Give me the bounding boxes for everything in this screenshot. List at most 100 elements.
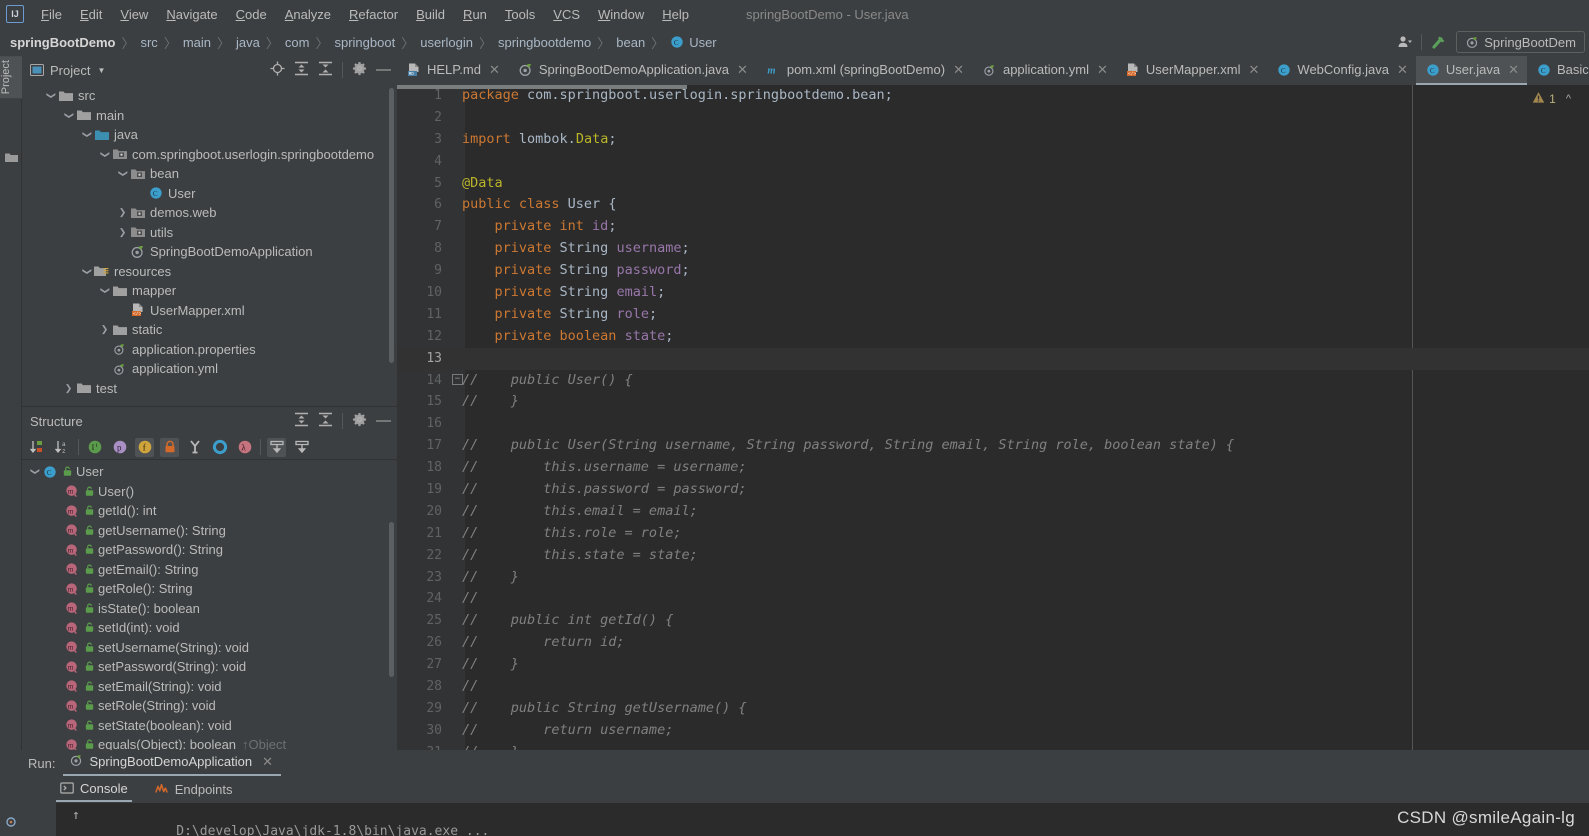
show-non-public-icon[interactable]	[160, 437, 179, 457]
structure-tree-item[interactable]: ❯ C User	[22, 462, 397, 482]
code-line[interactable]: 3 import lombok.Data;	[397, 129, 1589, 151]
build-hammer-icon[interactable]	[1430, 33, 1448, 51]
gear-icon[interactable]	[352, 412, 367, 430]
hide-panel-icon[interactable]: —	[376, 62, 391, 77]
project-tree-scrollbar[interactable]	[389, 88, 394, 363]
structure-tree-item[interactable]: m setRole(String): void	[22, 696, 397, 716]
code-line[interactable]: 14 // public User() {−	[397, 370, 1589, 392]
close-icon[interactable]: ✕	[1249, 62, 1260, 78]
structure-tree-item[interactable]: m getRole(): String	[22, 579, 397, 599]
code-line[interactable]: 18 // this.username = username;	[397, 457, 1589, 479]
expand-all-icon[interactable]	[294, 412, 309, 430]
structure-tree-item[interactable]: m setPassword(String): void	[22, 657, 397, 677]
structure-tree-scrollbar[interactable]	[389, 522, 394, 677]
editor-tab-user-java[interactable]: C User.java ✕	[1415, 56, 1527, 85]
code-line[interactable]: 8 private String username;	[397, 238, 1589, 260]
editor-warning-badge[interactable]: 1 ^	[1532, 91, 1571, 107]
code-line[interactable]: 2	[397, 107, 1589, 129]
editor-tab-springbootdemoapplication-java[interactable]: SpringBootDemoApplication.java ✕	[508, 56, 756, 85]
editor-tab-webconfig-java[interactable]: C WebConfig.java ✕	[1267, 56, 1415, 85]
project-tree-item[interactable]: ❯ static	[22, 320, 397, 340]
structure-tree[interactable]: ❯ C User m User() m getId(): int m getUsername()…	[22, 460, 397, 750]
structure-tree-item[interactable]: m isState(): boolean	[22, 599, 397, 619]
chevron-down-icon[interactable]: ❯	[116, 168, 129, 179]
project-tree[interactable]: ❯ src ❯ main ❯ java ❯ com.springboot.userlogin.…	[22, 84, 397, 404]
structure-tree-item[interactable]: m getId(): int	[22, 501, 397, 521]
code-line[interactable]: 24 //	[397, 588, 1589, 610]
project-tree-item[interactable]: ❯ demos.web	[22, 203, 397, 223]
sort-alphabetically-icon[interactable]: az	[53, 438, 72, 457]
breadcrumb-item-userlogin[interactable]: userlogin	[420, 35, 473, 50]
project-tree-item[interactable]: ❯ java	[22, 125, 397, 145]
project-tree-item[interactable]: application.yml	[22, 359, 397, 379]
show-fields-icon[interactable]: f	[135, 437, 154, 457]
project-tree-item[interactable]: C User	[22, 184, 397, 204]
code-line[interactable]: 19 // this.password = password;	[397, 479, 1589, 501]
chevron-right-icon[interactable]: ❯	[116, 227, 129, 238]
structure-tree-item[interactable]: m equals(Object): boolean ↑Object	[22, 735, 397, 750]
close-icon[interactable]: ✕	[1508, 62, 1519, 78]
structure-tree-item[interactable]: m setUsername(String): void	[22, 638, 397, 658]
chevron-down-icon[interactable]: ❯	[80, 266, 93, 277]
breadcrumb-item-springbootdemo[interactable]: springBootDemo	[10, 35, 115, 50]
code-line[interactable]: 7 private int id;	[397, 216, 1589, 238]
show-lambdas-icon[interactable]: λ	[235, 438, 254, 457]
close-icon[interactable]: ✕	[1397, 62, 1408, 78]
close-icon[interactable]: ✕	[1097, 62, 1108, 78]
show-inherited-icon[interactable]: It	[85, 438, 104, 457]
editor-tab-bar[interactable]: MD HELP.md ✕ SpringBootDemoApplication.java…	[397, 56, 1589, 85]
code-line[interactable]: 28 //	[397, 676, 1589, 698]
git-branch-icon[interactable]	[4, 815, 18, 832]
menu-item-vcs[interactable]: VCS	[544, 3, 589, 26]
structure-tree-item[interactable]: m getUsername(): String	[22, 521, 397, 541]
chevron-down-icon[interactable]: ❯	[98, 149, 111, 160]
chevron-down-icon[interactable]: ❯	[62, 110, 75, 121]
project-tree-item[interactable]: ❯ mapper	[22, 281, 397, 301]
expand-all-icon[interactable]	[294, 61, 309, 79]
arrow-up-icon[interactable]: ↑	[72, 808, 80, 823]
editor-tab-application-yml[interactable]: application.yml ✕	[972, 56, 1116, 85]
code-line[interactable]: 15 // }	[397, 391, 1589, 413]
code-line[interactable]: 5 @Data	[397, 173, 1589, 195]
menu-item-navigate[interactable]: Navigate	[157, 3, 226, 26]
run-subtab-console[interactable]: Console	[56, 778, 132, 802]
code-line[interactable]: 31 // }	[397, 742, 1589, 750]
chevron-down-icon[interactable]: ▼	[97, 66, 105, 75]
locate-target-icon[interactable]	[270, 61, 285, 79]
editor-horizontal-scrollbar[interactable]	[397, 85, 687, 89]
menu-item-build[interactable]: Build	[407, 3, 454, 26]
chevron-down-icon[interactable]: ❯	[44, 90, 57, 101]
chevron-down-icon[interactable]: ❯	[98, 285, 111, 296]
close-icon[interactable]: ✕	[262, 754, 273, 770]
sort-by-visibility-icon[interactable]	[28, 438, 47, 457]
structure-tree-item[interactable]: m getPassword(): String	[22, 540, 397, 560]
menu-item-edit[interactable]: Edit	[71, 3, 111, 26]
editor-tab-usermapper-xml[interactable]: </> UserMapper.xml ✕	[1116, 56, 1268, 85]
chevron-right-icon[interactable]: ❯	[98, 324, 111, 335]
close-icon[interactable]: ✕	[737, 62, 748, 78]
project-tree-item[interactable]: ❯ test	[22, 379, 397, 399]
menu-item-run[interactable]: Run	[454, 3, 496, 26]
menu-item-tools[interactable]: Tools	[496, 3, 544, 26]
code-line[interactable]: 21 // this.role = role;	[397, 523, 1589, 545]
hide-panel-icon[interactable]: —	[376, 413, 391, 428]
project-tree-item[interactable]: SpringBootDemoApplication	[22, 242, 397, 262]
code-line[interactable]: 17 // public User(String username, String…	[397, 435, 1589, 457]
code-line[interactable]: 20 // this.email = email;	[397, 501, 1589, 523]
console-output[interactable]: ↑ D:\develop\Java\jdk-1.8\bin\java.exe ..…	[56, 803, 1589, 836]
menu-item-analyze[interactable]: Analyze	[276, 3, 340, 26]
collapse-all-icon[interactable]	[318, 61, 333, 79]
breadcrumb-item-springbootdemo[interactable]: springbootdemo	[498, 35, 591, 50]
chevron-up-icon[interactable]: ^	[1566, 93, 1571, 105]
editor-tab-pom-xml-springbootdemo[interactable]: m pom.xml (springBootDemo) ✕	[756, 56, 972, 85]
code-line[interactable]: 6 public class User {	[397, 194, 1589, 216]
breadcrumb-item-com[interactable]: com	[285, 35, 310, 50]
structure-tree-item[interactable]: m User()	[22, 482, 397, 502]
breadcrumb-item-springboot[interactable]: springboot	[334, 35, 395, 50]
structure-tree-item[interactable]: m setEmail(String): void	[22, 677, 397, 697]
autoscroll-from-source-icon[interactable]	[292, 438, 311, 457]
project-tree-item[interactable]: ❯ bean	[22, 164, 397, 184]
breadcrumb-item-java[interactable]: java	[236, 35, 260, 50]
show-interfaces-icon[interactable]	[210, 438, 229, 457]
code-line[interactable]: 30 // return username;	[397, 720, 1589, 742]
